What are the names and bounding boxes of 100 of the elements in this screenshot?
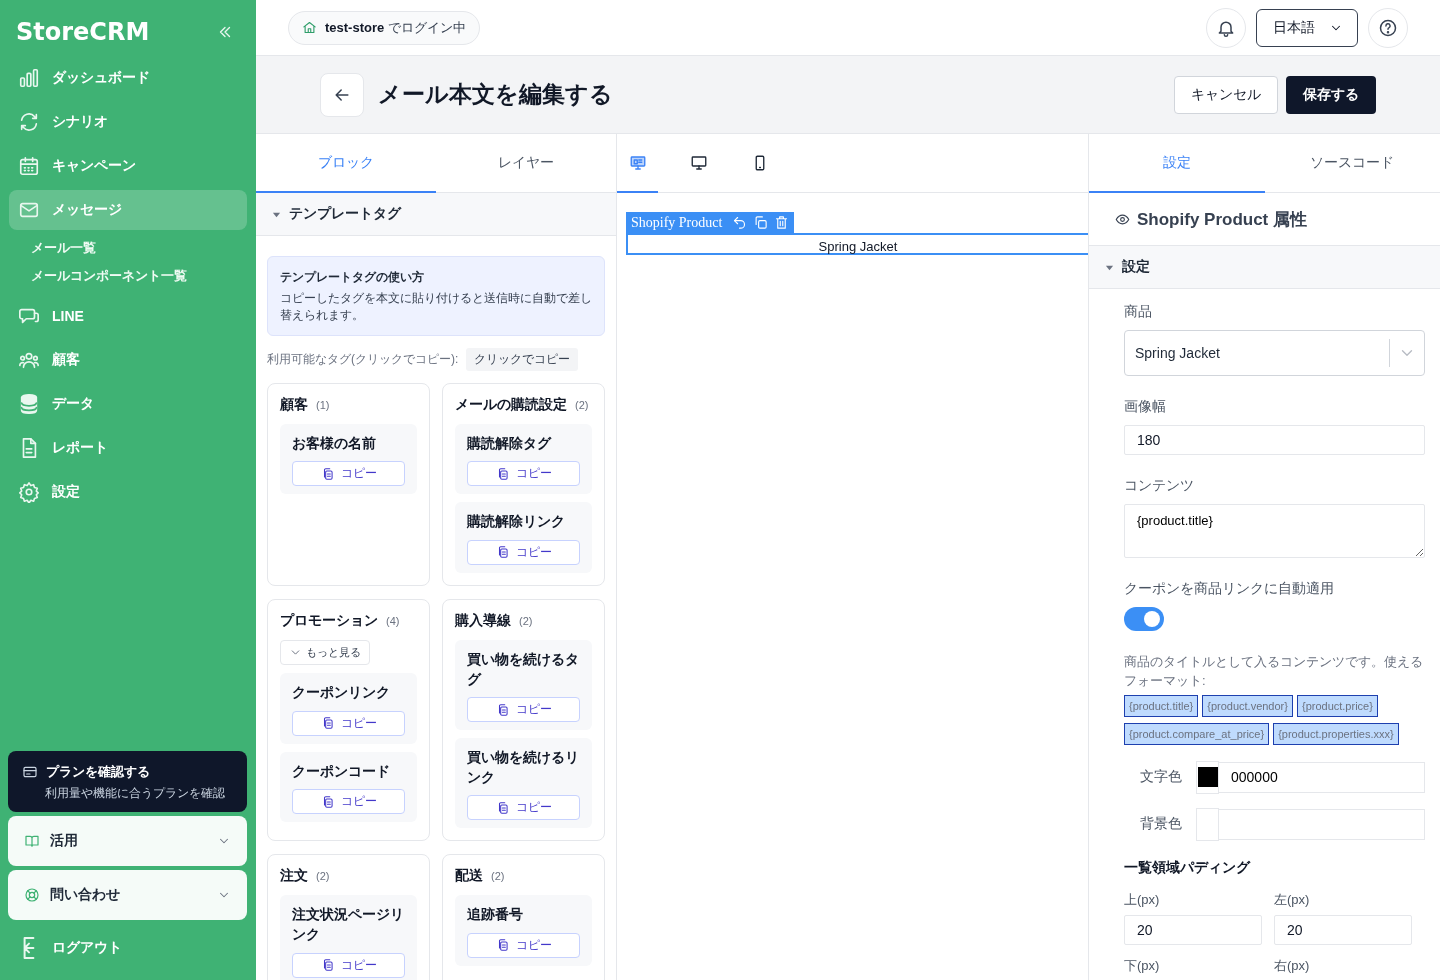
field-label: 上(px) (1124, 890, 1161, 909)
group-title: 顧客 (280, 395, 308, 414)
duplicate-icon[interactable] (753, 215, 769, 230)
product-block[interactable]: Spring Jacket (626, 233, 1088, 255)
group-title: 購入導線 (455, 611, 511, 630)
tag-name: お客様の名前 (292, 433, 377, 453)
field-label: 文字色 (1139, 768, 1184, 787)
toggle-switch[interactable] (1124, 607, 1164, 631)
field-label: 下(px) (1124, 956, 1161, 975)
plan-subtitle: 利用量や機能に合うプランを確認 (45, 785, 226, 802)
tag-name: クーポンリンク (292, 682, 391, 702)
field-label: コンテンツ (1124, 477, 1195, 495)
tag-name: 購読解除タグ (467, 433, 553, 453)
field-label: クーポンを商品リンクに自動適用 (1124, 580, 1335, 598)
section-title: 一覧領域パディング (1124, 858, 1252, 877)
section-header[interactable]: テンプレートタグ (256, 193, 616, 236)
tag-name: 購読解除リンク (467, 512, 566, 532)
group-title: プロモーション (280, 611, 378, 630)
tag-name: 買い物を続けるタグ (467, 649, 580, 689)
field-label: 画像幅 (1124, 398, 1167, 416)
copy-button[interactable]: コピー (292, 461, 405, 487)
section-header[interactable]: 設定 (1089, 246, 1440, 289)
content-field[interactable]: {product.title} (1124, 504, 1425, 558)
block-name: Shopify Product (631, 214, 723, 231)
product-select[interactable]: Spring Jacket (1124, 330, 1425, 376)
tag-name: 注文状況ページリンク (292, 905, 405, 944)
padding-field[interactable]: 20 (1274, 914, 1412, 945)
copy-button[interactable]: コピー (467, 932, 580, 958)
refresh-icon (18, 111, 40, 133)
book-icon (24, 833, 40, 849)
color-field[interactable]: 000000 (1219, 761, 1425, 793)
database-icon (18, 393, 40, 415)
group-count: (2) (491, 870, 505, 883)
logo: StoreCRM (16, 18, 150, 46)
language-select[interactable]: 日本語 (1256, 8, 1358, 47)
calendar-icon (18, 155, 40, 177)
image-width-field[interactable]: 180 (1124, 425, 1425, 455)
group-title: 配送 (455, 867, 483, 886)
field-label: 商品 (1124, 303, 1153, 321)
trash-icon[interactable] (774, 215, 790, 230)
help-icon (1378, 17, 1398, 38)
field-label: 左(px) (1274, 890, 1311, 909)
copy-button[interactable]: コピー (292, 952, 405, 978)
group-title: メールの購読設定 (455, 395, 567, 414)
copy-button[interactable]: コピー (467, 795, 580, 821)
back-button[interactable] (320, 72, 364, 117)
notification-button[interactable] (1206, 7, 1246, 48)
eye-icon (1115, 211, 1130, 227)
field-label: 背景色 (1139, 815, 1184, 834)
group-title: 注文 (280, 867, 308, 886)
monitor-icon (628, 153, 647, 172)
settings-icon (18, 481, 40, 503)
available-tags-label: 利用可能なタグ(クリックでコピー): (267, 350, 459, 368)
credit-card-icon (22, 764, 38, 780)
copy-button[interactable]: コピー (467, 539, 580, 565)
color-picker[interactable] (1196, 760, 1219, 794)
cancel-button[interactable]: キャンセル (1174, 75, 1278, 114)
tag-name: 追跡番号 (467, 905, 524, 925)
color-field[interactable] (1219, 808, 1425, 840)
accordion[interactable]: 問い合わせ (8, 870, 247, 920)
format-tag[interactable]: {product.compare_at_price} (1124, 722, 1270, 745)
tag-name: 買い物を続けるリンク (467, 748, 580, 787)
home-icon (302, 20, 317, 35)
copy-button[interactable]: コピー (292, 789, 405, 815)
group-count: (4) (386, 614, 400, 627)
help-text: 商品のタイトルとして入るコンテンツです。使えるフォーマット: (1124, 653, 1424, 690)
page-title: メール本文を編集する (378, 80, 614, 109)
field-label: 右(px) (1274, 956, 1311, 975)
copy-button[interactable]: コピー (467, 697, 580, 723)
format-tag[interactable]: {product.price} (1296, 694, 1378, 717)
info-title: テンプレートタグの使い方 (280, 269, 425, 286)
store-badge: test-store でログイン中 (288, 10, 480, 45)
group-count: (1) (316, 398, 330, 411)
show-more-button[interactable]: もっと見る (280, 639, 370, 665)
logout-icon (23, 937, 35, 959)
group-count: (2) (316, 870, 330, 883)
padding-field[interactable]: 20 (1124, 914, 1262, 945)
copy-button[interactable]: コピー (467, 461, 580, 487)
panel-title: Shopify Product 属性 (1137, 208, 1307, 231)
tab[interactable]: レイヤー (436, 134, 616, 193)
help-button[interactable] (1368, 7, 1408, 48)
format-tag[interactable]: {product.title} (1124, 694, 1199, 717)
group-count: (2) (575, 398, 589, 411)
undo-icon[interactable] (732, 215, 748, 230)
plan-card[interactable]: プランを確認する 利用量や機能に合うプランを確認 (8, 751, 247, 812)
format-tag[interactable]: {product.vendor} (1202, 694, 1293, 717)
save-button[interactable]: 保存する (1286, 75, 1376, 114)
accordion[interactable]: 活用 (8, 816, 247, 866)
tag-name: クーポンコード (292, 761, 391, 781)
lifebuoy-icon (24, 887, 40, 903)
plan-title: プランを確認する (46, 763, 150, 781)
hint-chip: クリックでコピー (466, 347, 579, 371)
tab[interactable]: ソースコード (1264, 134, 1440, 193)
copy-button[interactable]: コピー (292, 710, 405, 736)
color-picker[interactable] (1196, 807, 1219, 841)
format-tag[interactable]: {product.properties.xxx} (1273, 722, 1399, 745)
group-count: (2) (519, 614, 533, 627)
info-text: コピーしたタグを本文に貼り付けると送信時に自動で差し替えられます。 (280, 290, 592, 325)
tab[interactable]: 設定 (1089, 134, 1265, 193)
monitor-icon (689, 153, 708, 172)
